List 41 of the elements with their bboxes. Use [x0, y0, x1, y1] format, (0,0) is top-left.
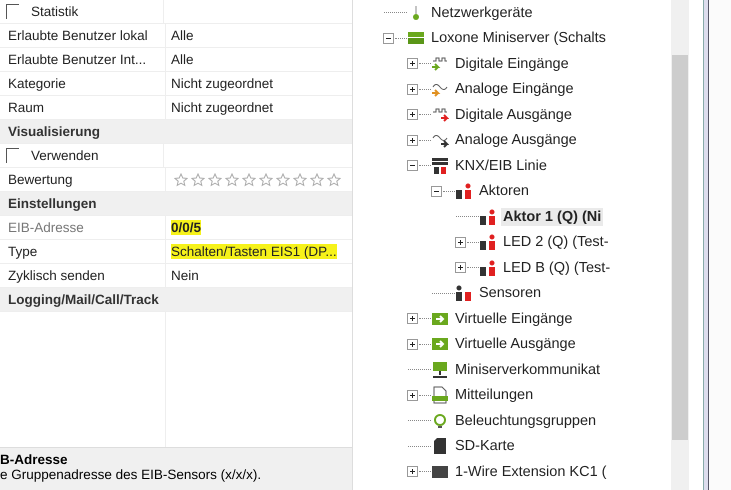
property-value[interactable]: Alle [171, 52, 194, 67]
property-label: EIB-Adresse [8, 220, 84, 235]
category-header: Einstellungen [8, 196, 97, 211]
tree-item[interactable]: Miniserverkommunikat [453, 360, 602, 379]
property-label: Verwenden [31, 148, 99, 163]
property-value[interactable]: Nein [171, 268, 199, 283]
property-value[interactable]: Alle [171, 28, 194, 43]
property-label: Zyklisch senden [8, 268, 105, 283]
tree-item[interactable]: Digitale Ausgänge [453, 106, 574, 124]
tree-item[interactable]: Aktoren [477, 182, 531, 200]
description-text: e Gruppenadresse des EIB-Sensors (x/x/x). [0, 467, 262, 482]
tree-item[interactable]: LED B (Q) (Test- [501, 258, 612, 277]
tree-item[interactable]: Virtuelle Ausgänge [453, 335, 578, 354]
category-header: Visualisierung [8, 124, 100, 139]
property-label: Erlaubte Benutzer Int... [8, 52, 146, 67]
tree-item[interactable]: Virtuelle Eingänge [453, 310, 574, 328]
property-value[interactable]: 0/0/5 [171, 220, 202, 235]
property-label: Raum [8, 100, 44, 115]
tree-item[interactable]: Beleuchtungsgruppen [453, 412, 598, 430]
description-title: B-Adresse [0, 452, 69, 467]
tree-item[interactable]: Aktor 1 (Q) (Ni [501, 208, 604, 226]
tree-item[interactable]: SD-Karte [453, 437, 517, 456]
tree-item[interactable]: Loxone Miniserver (Schalts [429, 29, 608, 48]
tree-item[interactable]: Analoge Ausgänge [453, 131, 579, 150]
tree-item[interactable]: KNX/EIB Linie [453, 156, 549, 175]
tree-item[interactable]: Sensoren [477, 284, 544, 302]
tree-item[interactable]: Mitteilungen [453, 386, 536, 404]
tree-item[interactable]: 1-Wire Extension KC1 ( [453, 462, 608, 481]
property-value[interactable]: Nicht zugeordnet [171, 100, 274, 115]
property-label: Erlaubte Benutzer lokal [8, 28, 148, 43]
property-value[interactable]: Nicht zugeordnet [171, 76, 274, 91]
property-label: Bewertung [8, 172, 73, 187]
property-value[interactable]: Schalten/Tasten EIS1 (DP... [171, 244, 337, 259]
property-label: Kategorie [8, 76, 66, 91]
property-label: Statistik [31, 4, 78, 19]
property-label: Type [8, 244, 38, 259]
tree-item[interactable]: Netzwerkgeräte [429, 4, 535, 22]
tree-item[interactable]: LED 2 (Q) (Test- [501, 233, 611, 252]
tree-item[interactable]: Digitale Eingänge [453, 54, 571, 73]
tree-item[interactable]: Analoge Eingänge [453, 80, 576, 98]
category-header: Logging/Mail/Call/Track [8, 292, 159, 307]
